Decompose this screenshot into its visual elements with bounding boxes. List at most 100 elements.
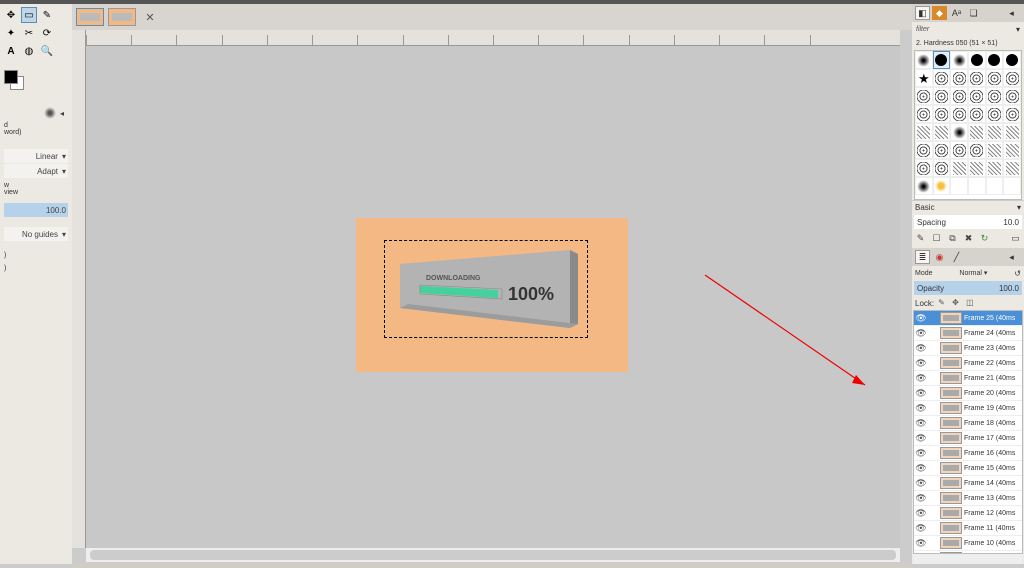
visibility-icon[interactable]: 👁 <box>914 418 928 429</box>
free-select-tool[interactable]: ✎ <box>39 7 55 23</box>
layer-dock-menu-icon[interactable]: ◂ <box>1004 250 1019 264</box>
brush-cell[interactable] <box>1003 141 1021 159</box>
brush-cell[interactable] <box>1003 69 1021 87</box>
brush-dup-icon[interactable]: ⧉ <box>947 233 958 244</box>
visibility-icon[interactable]: 👁 <box>914 328 928 339</box>
rotate-tool[interactable]: ⟳ <box>39 25 55 41</box>
visibility-icon[interactable]: 👁 <box>914 538 928 549</box>
brush-cell[interactable] <box>1003 87 1021 105</box>
fuzzy-select-tool[interactable]: ✦ <box>3 25 19 41</box>
brush-edit-icon[interactable]: ✎ <box>915 233 926 244</box>
layer-opacity-slider[interactable]: Opacity100.0 <box>914 281 1022 295</box>
shape-select[interactable]: Linear▾ <box>4 149 68 163</box>
image-tab-2[interactable] <box>108 8 136 26</box>
brush-cell[interactable] <box>986 177 1004 195</box>
canvas-scroll-horizontal[interactable] <box>86 548 900 562</box>
history-tab[interactable]: ❏ <box>966 6 981 20</box>
brush-cell[interactable] <box>1003 51 1021 69</box>
zoom-tool[interactable]: 🔍 <box>39 43 55 59</box>
brush-cell[interactable] <box>950 69 968 87</box>
brush-cell[interactable] <box>968 51 986 69</box>
scroll-thumb[interactable] <box>90 550 896 560</box>
text-tool[interactable]: A <box>3 43 19 59</box>
brushes-tab[interactable]: ◧ <box>915 6 930 20</box>
tab-close-button[interactable]: ✕ <box>142 9 158 25</box>
brush-cell[interactable] <box>950 177 968 195</box>
layer-row[interactable]: 👁Frame 16 (40ms <box>914 446 1022 461</box>
brush-cell[interactable] <box>915 87 933 105</box>
dock-menu-icon[interactable]: ◂ <box>1004 6 1019 20</box>
brush-cell[interactable] <box>933 69 951 87</box>
lock-pos-icon[interactable]: ✥ <box>952 298 962 308</box>
menu-icon[interactable]: ◂ <box>60 109 64 118</box>
brush-cell[interactable] <box>968 177 986 195</box>
brush-cell[interactable] <box>950 105 968 123</box>
visibility-icon[interactable]: 👁 <box>914 448 928 459</box>
layer-row[interactable]: 👁Frame 17 (40ms <box>914 431 1022 446</box>
brush-spacing-slider[interactable]: Spacing10.0 <box>914 215 1022 229</box>
color-swatch[interactable] <box>4 70 26 92</box>
layer-row[interactable]: 👁Frame 24 (40ms <box>914 326 1022 341</box>
opacity-slider[interactable]: 100.0 <box>4 203 68 217</box>
brush-refresh-icon[interactable]: ↻ <box>979 233 990 244</box>
brush-cell[interactable] <box>986 87 1004 105</box>
brush-preset-select[interactable]: Basic▾ <box>912 200 1024 214</box>
layer-row[interactable]: 👁Frame 15 (40ms <box>914 461 1022 476</box>
brush-cell[interactable] <box>933 177 951 195</box>
brush-cell[interactable] <box>915 105 933 123</box>
brush-cell[interactable] <box>968 141 986 159</box>
layer-row[interactable]: 👁Frame 20 (40ms <box>914 386 1022 401</box>
fg-color[interactable] <box>4 70 18 84</box>
brush-cell[interactable] <box>1003 159 1021 177</box>
brush-cell[interactable] <box>933 51 951 69</box>
brush-cell[interactable] <box>950 159 968 177</box>
brush-open-icon[interactable]: ▭ <box>1010 233 1021 244</box>
brush-cell[interactable] <box>968 69 986 87</box>
layer-row[interactable]: 👁Frame 13 (40ms <box>914 491 1022 506</box>
layer-scroll-h[interactable] <box>913 554 1023 564</box>
brush-cell[interactable] <box>933 159 951 177</box>
brush-cell[interactable] <box>950 87 968 105</box>
layer-row[interactable]: 👁Frame 22 (40ms <box>914 356 1022 371</box>
lock-pixel-icon[interactable]: ✎ <box>938 298 948 308</box>
layers-tab[interactable]: ≣ <box>915 250 930 264</box>
rect-select-tool[interactable]: ▭ <box>21 7 37 23</box>
brush-cell[interactable] <box>986 123 1004 141</box>
visibility-icon[interactable]: 👁 <box>914 508 928 519</box>
visibility-icon[interactable]: 👁 <box>914 433 928 444</box>
guides-select[interactable]: No guides▾ <box>4 227 68 241</box>
visibility-icon[interactable]: 👁 <box>914 313 928 324</box>
layer-row[interactable]: 👁Frame 19 (40ms <box>914 401 1022 416</box>
patterns-tab[interactable]: ◆ <box>932 6 947 20</box>
brush-cell[interactable] <box>950 51 968 69</box>
fonts-tab[interactable]: Aᵃ <box>949 6 964 20</box>
layer-row[interactable]: 👁Frame 25 (40ms <box>914 311 1022 326</box>
visibility-icon[interactable]: 👁 <box>914 373 928 384</box>
visibility-icon[interactable]: 👁 <box>914 463 928 474</box>
brush-cell[interactable] <box>968 159 986 177</box>
brush-cell[interactable] <box>933 141 951 159</box>
channels-tab[interactable]: ◉ <box>932 250 947 264</box>
repeat-select[interactable]: Adapt▾ <box>4 164 68 178</box>
blend-mode-row[interactable]: Mode Normal ▾ ↺ <box>912 266 1024 280</box>
brush-cell[interactable] <box>1003 105 1021 123</box>
brush-cell[interactable] <box>933 123 951 141</box>
layer-row[interactable]: 👁Frame 11 (40ms <box>914 521 1022 536</box>
visibility-icon[interactable]: 👁 <box>914 523 928 534</box>
brush-cell[interactable] <box>950 123 968 141</box>
visibility-icon[interactable]: 👁 <box>914 358 928 369</box>
layer-row[interactable]: 👁Frame 18 (40ms <box>914 416 1022 431</box>
brush-cell[interactable] <box>1003 177 1021 195</box>
visibility-icon[interactable]: 👁 <box>914 388 928 399</box>
layer-row[interactable]: 👁Frame 14 (40ms <box>914 476 1022 491</box>
layer-row[interactable]: 👁Frame 12 (40ms <box>914 506 1022 521</box>
brush-cell[interactable] <box>1003 123 1021 141</box>
brush-cell[interactable] <box>915 123 933 141</box>
brush-cell[interactable] <box>968 87 986 105</box>
bucket-tool[interactable]: ◍ <box>21 43 37 59</box>
move-tool[interactable]: ✥ <box>3 7 19 23</box>
lock-alpha-icon[interactable]: ◫ <box>966 298 976 308</box>
layer-row[interactable]: 👁Frame 23 (40ms <box>914 341 1022 356</box>
image-tab-1[interactable] <box>76 8 104 26</box>
layer-row[interactable]: 👁Frame 10 (40ms <box>914 536 1022 551</box>
